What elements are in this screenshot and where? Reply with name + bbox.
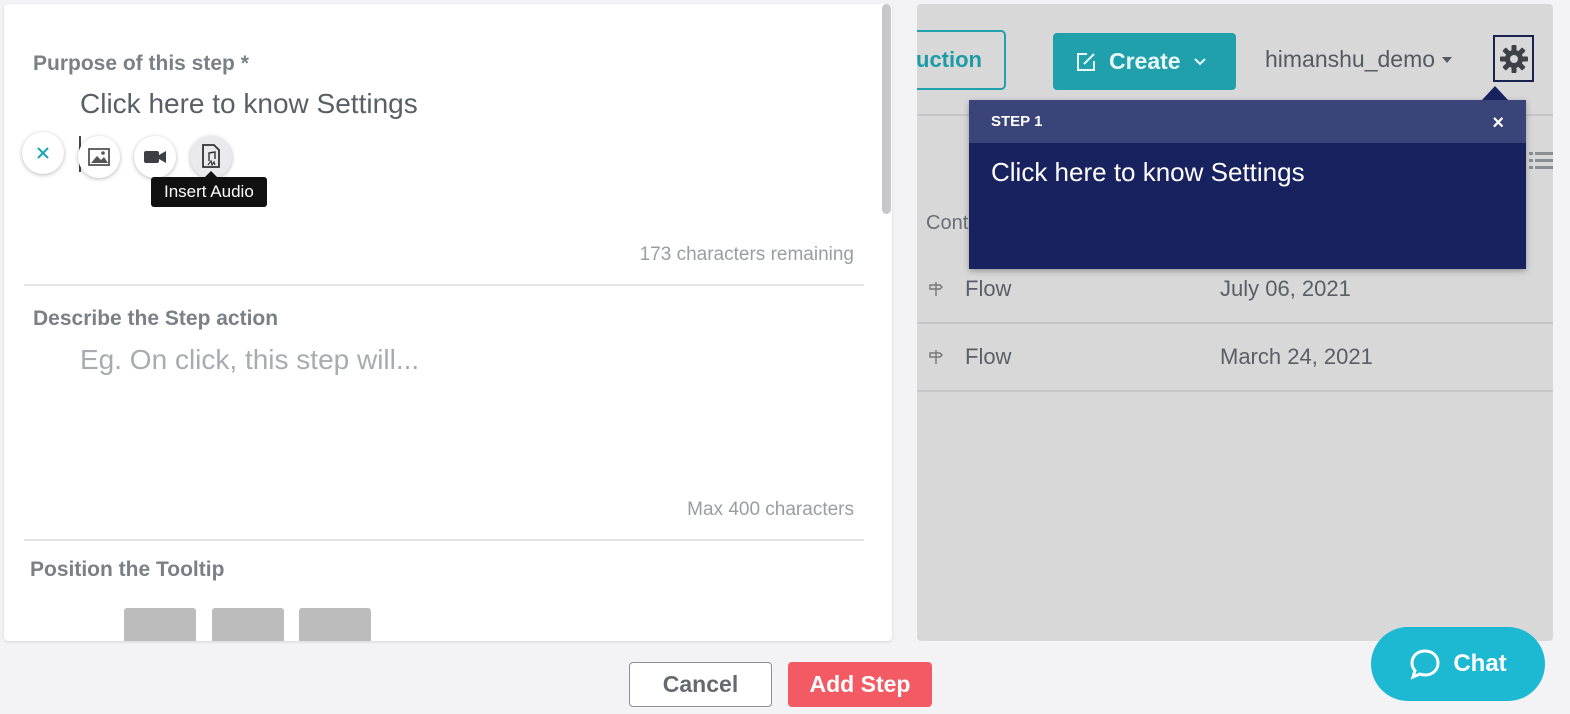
audio-file-icon bbox=[202, 144, 220, 168]
create-label: Create bbox=[1109, 48, 1181, 74]
production-button[interactable]: uction bbox=[917, 30, 1006, 90]
position-option-right[interactable] bbox=[299, 608, 371, 641]
caret-down-icon bbox=[1442, 56, 1453, 63]
close-media-button[interactable] bbox=[22, 132, 64, 174]
position-label: Position the Tooltip bbox=[30, 558, 225, 581]
position-option-center[interactable] bbox=[212, 608, 284, 641]
user-menu[interactable]: himanshu_demo bbox=[1265, 46, 1453, 73]
chevron-down-icon bbox=[1193, 57, 1206, 65]
row-date: March 24, 2021 bbox=[1220, 344, 1373, 369]
section-divider bbox=[24, 284, 864, 286]
chat-bubble-icon bbox=[1410, 649, 1440, 680]
purpose-label: Purpose of this step * bbox=[33, 52, 249, 75]
add-step-button[interactable]: Add Step bbox=[788, 662, 932, 707]
insert-audio-tooltip: Insert Audio bbox=[151, 171, 267, 207]
position-option-left[interactable] bbox=[124, 608, 196, 641]
close-icon[interactable]: × bbox=[1492, 112, 1504, 135]
flow-icon bbox=[929, 282, 943, 296]
close-icon bbox=[37, 147, 49, 159]
editor-scrollbar[interactable] bbox=[882, 4, 891, 214]
step-preview-popup: STEP 1 × Click here to know Settings bbox=[969, 86, 1526, 269]
insert-video-button[interactable] bbox=[134, 136, 176, 178]
purpose-char-counter: 173 characters remaining bbox=[639, 244, 854, 265]
insert-image-button[interactable] bbox=[78, 136, 120, 178]
describe-char-counter: Max 400 characters bbox=[687, 499, 854, 520]
column-header-content: Cont bbox=[926, 212, 969, 234]
purpose-input[interactable]: Click here to know Settings bbox=[80, 88, 418, 120]
chat-label: Chat bbox=[1453, 650, 1507, 677]
image-icon bbox=[88, 148, 110, 166]
chat-button[interactable]: Chat bbox=[1371, 627, 1545, 701]
username: himanshu_demo bbox=[1265, 46, 1436, 72]
step-header: STEP 1 × bbox=[969, 100, 1526, 143]
row-type: Flow bbox=[965, 344, 1012, 369]
create-button[interactable]: Create bbox=[1053, 33, 1236, 90]
describe-input[interactable]: Eg. On click, this step will... bbox=[80, 344, 419, 376]
table-row[interactable]: Flow March 24, 2021 bbox=[917, 324, 1553, 392]
step-editor-panel: Purpose of this step * Click here to kno… bbox=[4, 4, 892, 641]
settings-button[interactable] bbox=[1493, 35, 1534, 82]
section-divider bbox=[24, 539, 864, 541]
list-view-icon[interactable] bbox=[1529, 150, 1553, 172]
cancel-button[interactable]: Cancel bbox=[629, 662, 772, 707]
edit-icon bbox=[1077, 52, 1095, 71]
flow-icon bbox=[929, 350, 943, 364]
step-number: STEP 1 bbox=[991, 113, 1043, 130]
video-camera-icon bbox=[144, 151, 166, 163]
row-type: Flow bbox=[965, 276, 1012, 301]
gear-icon bbox=[1499, 44, 1528, 73]
row-date: July 06, 2021 bbox=[1220, 276, 1351, 301]
step-body-text: Click here to know Settings bbox=[991, 157, 1305, 187]
describe-label: Describe the Step action bbox=[33, 307, 279, 330]
